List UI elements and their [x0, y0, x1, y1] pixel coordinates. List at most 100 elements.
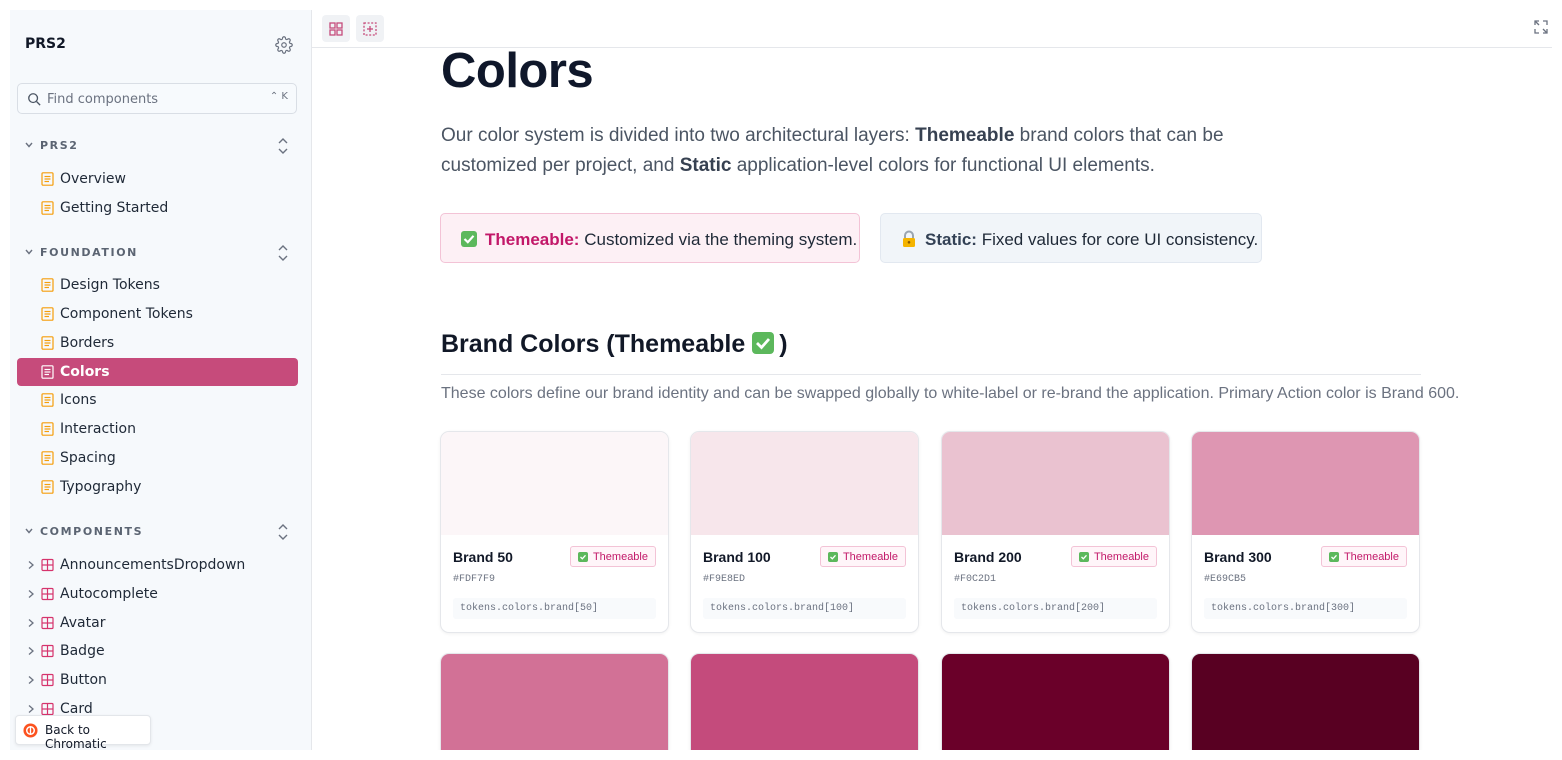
- color-card-brand-100: Brand 100 Themeable #F9E8ED tokens.color…: [690, 431, 919, 633]
- check-icon: [827, 552, 838, 562]
- color-name: Brand 200: [954, 549, 1022, 565]
- check-emoji-icon: [752, 332, 775, 354]
- search-box[interactable]: ⌃ K: [17, 83, 297, 114]
- color-hex: #F9E8ED: [703, 574, 746, 585]
- sidebar-item-label: AnnouncementsDropdown: [60, 557, 246, 573]
- sidebar-item-spacing[interactable]: Spacing: [17, 444, 298, 472]
- chevron-right-icon: [28, 705, 34, 713]
- sidebar-item-colors[interactable]: Colors: [17, 358, 298, 386]
- sidebar-item-typography[interactable]: Typography: [17, 473, 298, 501]
- component-icon: [41, 644, 54, 658]
- sidebar-item-announcementsdropdown[interactable]: AnnouncementsDropdown: [17, 551, 298, 579]
- sidebar: PRS2 ⌃ K PRS2 Overview Getting Started F…: [10, 10, 312, 750]
- brand-colors-description: These colors define our brand identity a…: [441, 385, 1460, 402]
- check-icon: [1328, 552, 1339, 562]
- sidebar-item-label: Icons: [60, 392, 97, 408]
- intro-bold-themeable: Themeable: [915, 125, 1015, 146]
- brand-colors-heading: Brand Colors (Themeable): [441, 330, 788, 359]
- back-to-chromatic-button[interactable]: Back to Chromatic: [15, 715, 151, 750]
- sidebar-item-autocomplete[interactable]: Autocomplete: [17, 580, 298, 608]
- themeable-badge: Themeable: [569, 546, 656, 567]
- color-card: [690, 653, 919, 750]
- component-icon: [41, 587, 54, 601]
- sidebar-item-label: Badge: [60, 643, 105, 659]
- color-swatch: [691, 432, 918, 535]
- heading-text: Brand Colors (Themeable: [441, 330, 746, 358]
- sidebar-item-label: Interaction: [60, 421, 136, 437]
- color-hex: #E69CB5: [1204, 574, 1247, 585]
- sidebar-item-label: Overview: [60, 171, 126, 187]
- lock-emoji-icon: [903, 230, 915, 247]
- outline-toggle-button[interactable]: [356, 15, 384, 42]
- document-icon: [41, 336, 54, 350]
- section-header-components[interactable]: COMPONENTS: [10, 522, 311, 542]
- sidebar-item-label: Design Tokens: [60, 277, 160, 293]
- color-hex: #FDF7F9: [453, 574, 496, 585]
- sidebar-item-design-tokens[interactable]: Design Tokens: [17, 271, 298, 299]
- collapse-all-icon[interactable]: [276, 243, 290, 263]
- document-icon: [41, 393, 54, 407]
- document-icon: [41, 172, 54, 186]
- document-icon: [41, 201, 54, 215]
- sidebar-item-label: Spacing: [60, 450, 116, 466]
- section-header-prs2[interactable]: PRS2: [10, 136, 311, 156]
- component-icon: [41, 673, 54, 687]
- color-hex: #F0C2D1: [954, 574, 997, 585]
- sidebar-item-label: Component Tokens: [60, 306, 193, 322]
- callout-key: Static:: [925, 230, 977, 249]
- color-card: [1191, 653, 1420, 750]
- chevron-right-icon: [28, 647, 34, 655]
- color-swatch: [942, 432, 1169, 535]
- collapse-all-icon[interactable]: [276, 522, 290, 542]
- sidebar-item-badge[interactable]: Badge: [17, 637, 298, 665]
- component-icon: [41, 616, 54, 630]
- intro-text: application-level colors for functional …: [731, 155, 1155, 176]
- color-card-brand-200: Brand 200 Themeable #F0C2D1 tokens.color…: [941, 431, 1170, 633]
- document-icon: [41, 365, 54, 379]
- color-card: [941, 653, 1170, 750]
- sidebar-item-overview[interactable]: Overview: [17, 165, 298, 193]
- back-to-chromatic-label: Back to Chromatic: [45, 723, 107, 750]
- grid-icon: [329, 22, 343, 36]
- search-icon: [28, 93, 41, 106]
- sidebar-item-borders[interactable]: Borders: [17, 329, 298, 357]
- color-card-brand-300: Brand 300 Themeable #E69CB5 tokens.color…: [1191, 431, 1420, 633]
- grid-view-button[interactable]: [322, 15, 350, 42]
- section-divider: [441, 374, 1421, 375]
- themeable-badge: Themeable: [819, 546, 906, 567]
- fullscreen-icon[interactable]: [1534, 20, 1548, 34]
- color-name: Brand 50: [453, 549, 513, 565]
- sidebar-item-label: Avatar: [60, 615, 106, 631]
- sidebar-item-label: Colors: [60, 364, 110, 380]
- brand-title: PRS2: [25, 36, 66, 52]
- chevron-down-icon: [25, 249, 33, 255]
- sidebar-item-icons[interactable]: Icons: [17, 386, 298, 414]
- document-icon: [41, 278, 54, 292]
- color-swatch: [1192, 432, 1419, 535]
- chromatic-logo-icon: [23, 723, 38, 738]
- sidebar-item-component-tokens[interactable]: Component Tokens: [17, 300, 298, 328]
- component-icon: [41, 702, 54, 716]
- sidebar-item-interaction[interactable]: Interaction: [17, 415, 298, 443]
- sidebar-item-label: Button: [60, 672, 107, 688]
- section-title: FOUNDATION: [40, 246, 138, 259]
- sidebar-item-label: Getting Started: [60, 200, 169, 216]
- sidebar-item-getting-started[interactable]: Getting Started: [17, 194, 298, 222]
- sidebar-item-avatar[interactable]: Avatar: [17, 609, 298, 637]
- badge-label: Themeable: [1343, 551, 1399, 563]
- chevron-right-icon: [28, 619, 34, 627]
- badge-label: Themeable: [842, 551, 898, 563]
- collapse-all-icon[interactable]: [276, 136, 290, 156]
- settings-gear-icon[interactable]: [275, 36, 293, 54]
- badge-label: Themeable: [1093, 551, 1149, 563]
- section-title: PRS2: [40, 139, 79, 152]
- intro-text: Our color system is divided into two arc…: [441, 125, 916, 146]
- callout-static: Static: Fixed values for core UI consist…: [880, 213, 1262, 263]
- section-header-foundation[interactable]: FOUNDATION: [10, 243, 311, 263]
- color-token: tokens.colors.brand[50]: [453, 598, 656, 619]
- color-swatch: [441, 432, 668, 535]
- color-token: tokens.colors.brand[300]: [1204, 598, 1407, 619]
- chevron-down-icon: [25, 142, 33, 148]
- sidebar-item-button[interactable]: Button: [17, 666, 298, 694]
- search-input[interactable]: [47, 90, 257, 108]
